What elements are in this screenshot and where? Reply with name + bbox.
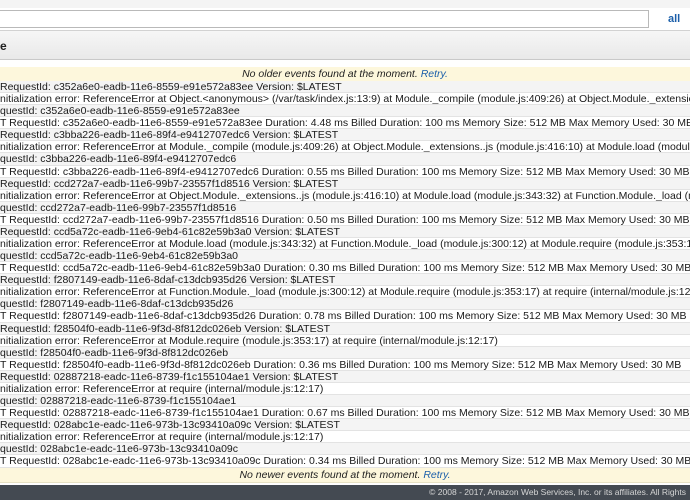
filter-row: all — [0, 8, 690, 30]
log-event-row[interactable]: questId: f28504f0-eadb-11e6-9f3d-8f812dc… — [0, 346, 690, 359]
log-event-row[interactable]: RequestId: f28504f0-eadb-11e6-9f3d-8f812… — [0, 322, 690, 335]
log-event-row[interactable]: T RequestId: 028abc1e-eadc-11e6-973b-13c… — [0, 455, 690, 468]
log-event-row[interactable]: nitialization error: ReferenceError at M… — [0, 238, 690, 251]
log-event-list: RequestId: c352a6e0-eadb-11e6-8559-e91e5… — [0, 81, 690, 468]
log-event-row[interactable]: RequestId: c352a6e0-eadb-11e6-8559-e91e5… — [0, 81, 690, 94]
log-event-row[interactable]: RequestId: c3bba226-eadb-11e6-89f4-e9412… — [0, 129, 690, 142]
copyright-text: © 2008 - 2017, Amazon Web Services, Inc.… — [429, 487, 686, 497]
log-event-row[interactable]: questId: f2807149-eadb-11e6-8daf-c13dcb9… — [0, 298, 690, 311]
log-event-row[interactable]: nitialization error: ReferenceError at F… — [0, 286, 690, 299]
log-event-row[interactable]: T RequestId: c352a6e0-eadb-11e6-8559-e91… — [0, 117, 690, 130]
footer: © 2008 - 2017, Amazon Web Services, Inc.… — [0, 485, 690, 500]
log-event-row[interactable]: T RequestId: ccd5a72c-eadb-11e6-9eb4-61c… — [0, 262, 690, 275]
older-events-notice: No older events found at the moment. Ret… — [0, 67, 690, 82]
log-event-row[interactable]: RequestId: 028abc1e-eadc-11e6-973b-13c93… — [0, 419, 690, 432]
log-event-row[interactable]: nitialization error: ReferenceError at M… — [0, 141, 690, 154]
log-event-row[interactable]: RequestId: ccd272a7-eadb-11e6-99b7-23557… — [0, 177, 690, 190]
log-event-row[interactable]: questId: 028abc1e-eadc-11e6-973b-13c9341… — [0, 443, 690, 456]
range-all-link[interactable]: all — [668, 13, 680, 25]
log-event-row[interactable]: questId: ccd272a7-eadb-11e6-99b7-23557f1… — [0, 201, 690, 214]
log-event-row[interactable]: questId: c352a6e0-eadb-11e6-8559-e91e572… — [0, 105, 690, 118]
log-event-row[interactable]: T RequestId: f28504f0-eadb-11e6-9f3d-8f8… — [0, 358, 690, 371]
log-event-row[interactable]: T RequestId: f2807149-eadb-11e6-8daf-c13… — [0, 310, 690, 323]
log-event-row[interactable]: nitialization error: ReferenceError at M… — [0, 334, 690, 347]
newer-events-retry-link[interactable]: Retry. — [423, 469, 450, 481]
log-event-row[interactable]: questId: c3bba226-eadb-11e6-89f4-e941270… — [0, 153, 690, 166]
log-event-row[interactable]: questId: 02887218-eadc-11e6-8739-f1c1551… — [0, 395, 690, 408]
newer-events-text: No newer events found at the moment. — [239, 469, 421, 481]
log-event-row[interactable]: RequestId: f2807149-eadb-11e6-8daf-c13dc… — [0, 274, 690, 287]
log-event-row[interactable]: T RequestId: 02887218-eadc-11e6-8739-f1c… — [0, 407, 690, 420]
log-event-row[interactable]: T RequestId: c3bba226-eadb-11e6-89f4-e94… — [0, 165, 690, 178]
newer-events-notice: No newer events found at the moment. Ret… — [0, 468, 690, 483]
log-event-row[interactable]: RequestId: 02887218-eadc-11e6-8739-f1c15… — [0, 370, 690, 383]
message-column-header[interactable]: e — [0, 39, 7, 53]
older-events-retry-link[interactable]: Retry. — [421, 68, 448, 80]
log-event-row[interactable]: nitialization error: ReferenceError at r… — [0, 382, 690, 396]
log-event-row[interactable]: T RequestId: ccd272a7-eadb-11e6-99b7-235… — [0, 213, 690, 226]
filter-events-input[interactable] — [0, 10, 649, 28]
log-event-row[interactable]: RequestId: ccd5a72c-eadb-11e6-9eb4-61c82… — [0, 225, 690, 239]
older-events-text: No older events found at the moment. — [242, 68, 418, 80]
log-event-row[interactable]: nitialization error: ReferenceError at O… — [0, 189, 690, 202]
log-event-row[interactable]: questId: ccd5a72c-eadb-11e6-9eb4-61c82e5… — [0, 250, 690, 263]
log-event-row[interactable]: nitialization error: ReferenceError at O… — [0, 93, 690, 106]
log-event-row[interactable]: nitialization error: ReferenceError at r… — [0, 431, 690, 444]
table-header: e — [0, 30, 690, 60]
